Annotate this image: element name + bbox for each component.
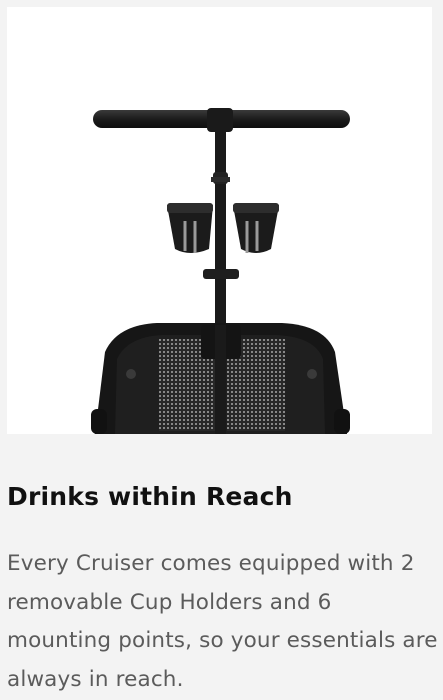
product-image xyxy=(7,7,432,434)
feature-description: Every Cruiser comes equipped with 2 remo… xyxy=(7,551,438,692)
feature-title: Drinks within Reach xyxy=(7,482,293,511)
feature-card: Drinks within Reach Every Cruiser comes … xyxy=(0,0,443,700)
